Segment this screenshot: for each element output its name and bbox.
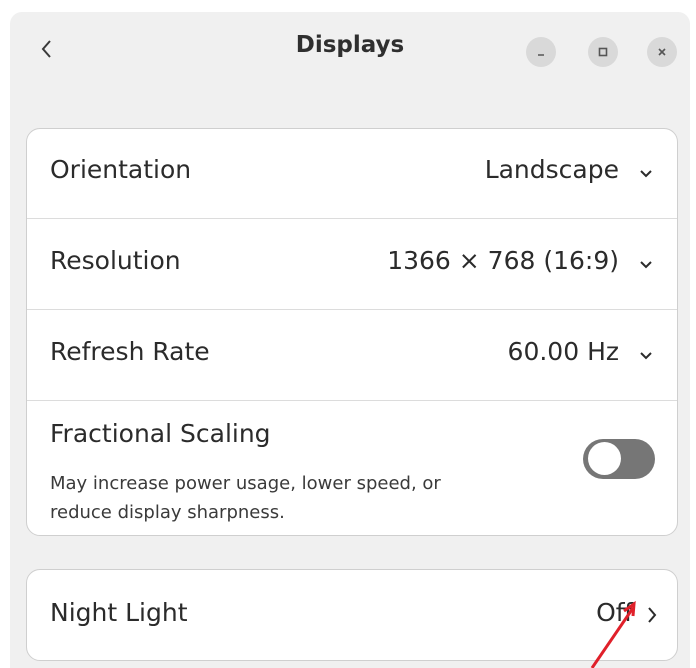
minimize-button[interactable] — [526, 37, 556, 67]
fractional-scaling-row: Fractional Scaling May increase power us… — [27, 401, 677, 535]
maximize-icon — [598, 47, 608, 57]
night-light-card: Night Light Off — [26, 569, 678, 661]
orientation-row[interactable]: Orientation Landscape — [27, 129, 677, 219]
chevron-right-icon — [643, 606, 661, 624]
maximize-button[interactable] — [588, 37, 618, 67]
header-bar: Displays — [10, 12, 690, 88]
fractional-scaling-label: Fractional Scaling — [50, 419, 271, 448]
close-button[interactable] — [647, 37, 677, 67]
refresh-rate-row[interactable]: Refresh Rate 60.00 Hz — [27, 310, 677, 401]
resolution-value: 1366 × 768 (16:9) — [387, 246, 619, 275]
chevron-down-icon — [637, 256, 655, 274]
night-light-row[interactable]: Night Light Off — [27, 570, 677, 660]
display-settings-card: Orientation Landscape Resolution 1366 × … — [26, 128, 678, 536]
orientation-value: Landscape — [484, 155, 619, 184]
description-line-1: May increase power usage, lower speed, o… — [50, 473, 441, 494]
displays-window: Displays Orientation Landscape Resolutio… — [10, 12, 690, 668]
chevron-down-icon — [637, 347, 655, 365]
chevron-down-icon — [637, 165, 655, 183]
description-line-2: reduce display sharpness. — [50, 502, 285, 523]
night-light-label: Night Light — [50, 598, 188, 627]
close-icon — [658, 48, 666, 56]
night-light-value: Off — [596, 598, 633, 627]
orientation-label: Orientation — [50, 155, 192, 184]
minimize-icon — [538, 54, 544, 56]
toggle-knob — [588, 442, 621, 475]
resolution-row[interactable]: Resolution 1366 × 768 (16:9) — [27, 219, 677, 310]
refresh-rate-label: Refresh Rate — [50, 337, 210, 366]
resolution-label: Resolution — [50, 246, 181, 275]
fractional-scaling-description: May increase power usage, lower speed, o… — [50, 469, 520, 527]
fractional-scaling-toggle[interactable] — [583, 439, 655, 479]
refresh-rate-value: 60.00 Hz — [507, 337, 619, 366]
